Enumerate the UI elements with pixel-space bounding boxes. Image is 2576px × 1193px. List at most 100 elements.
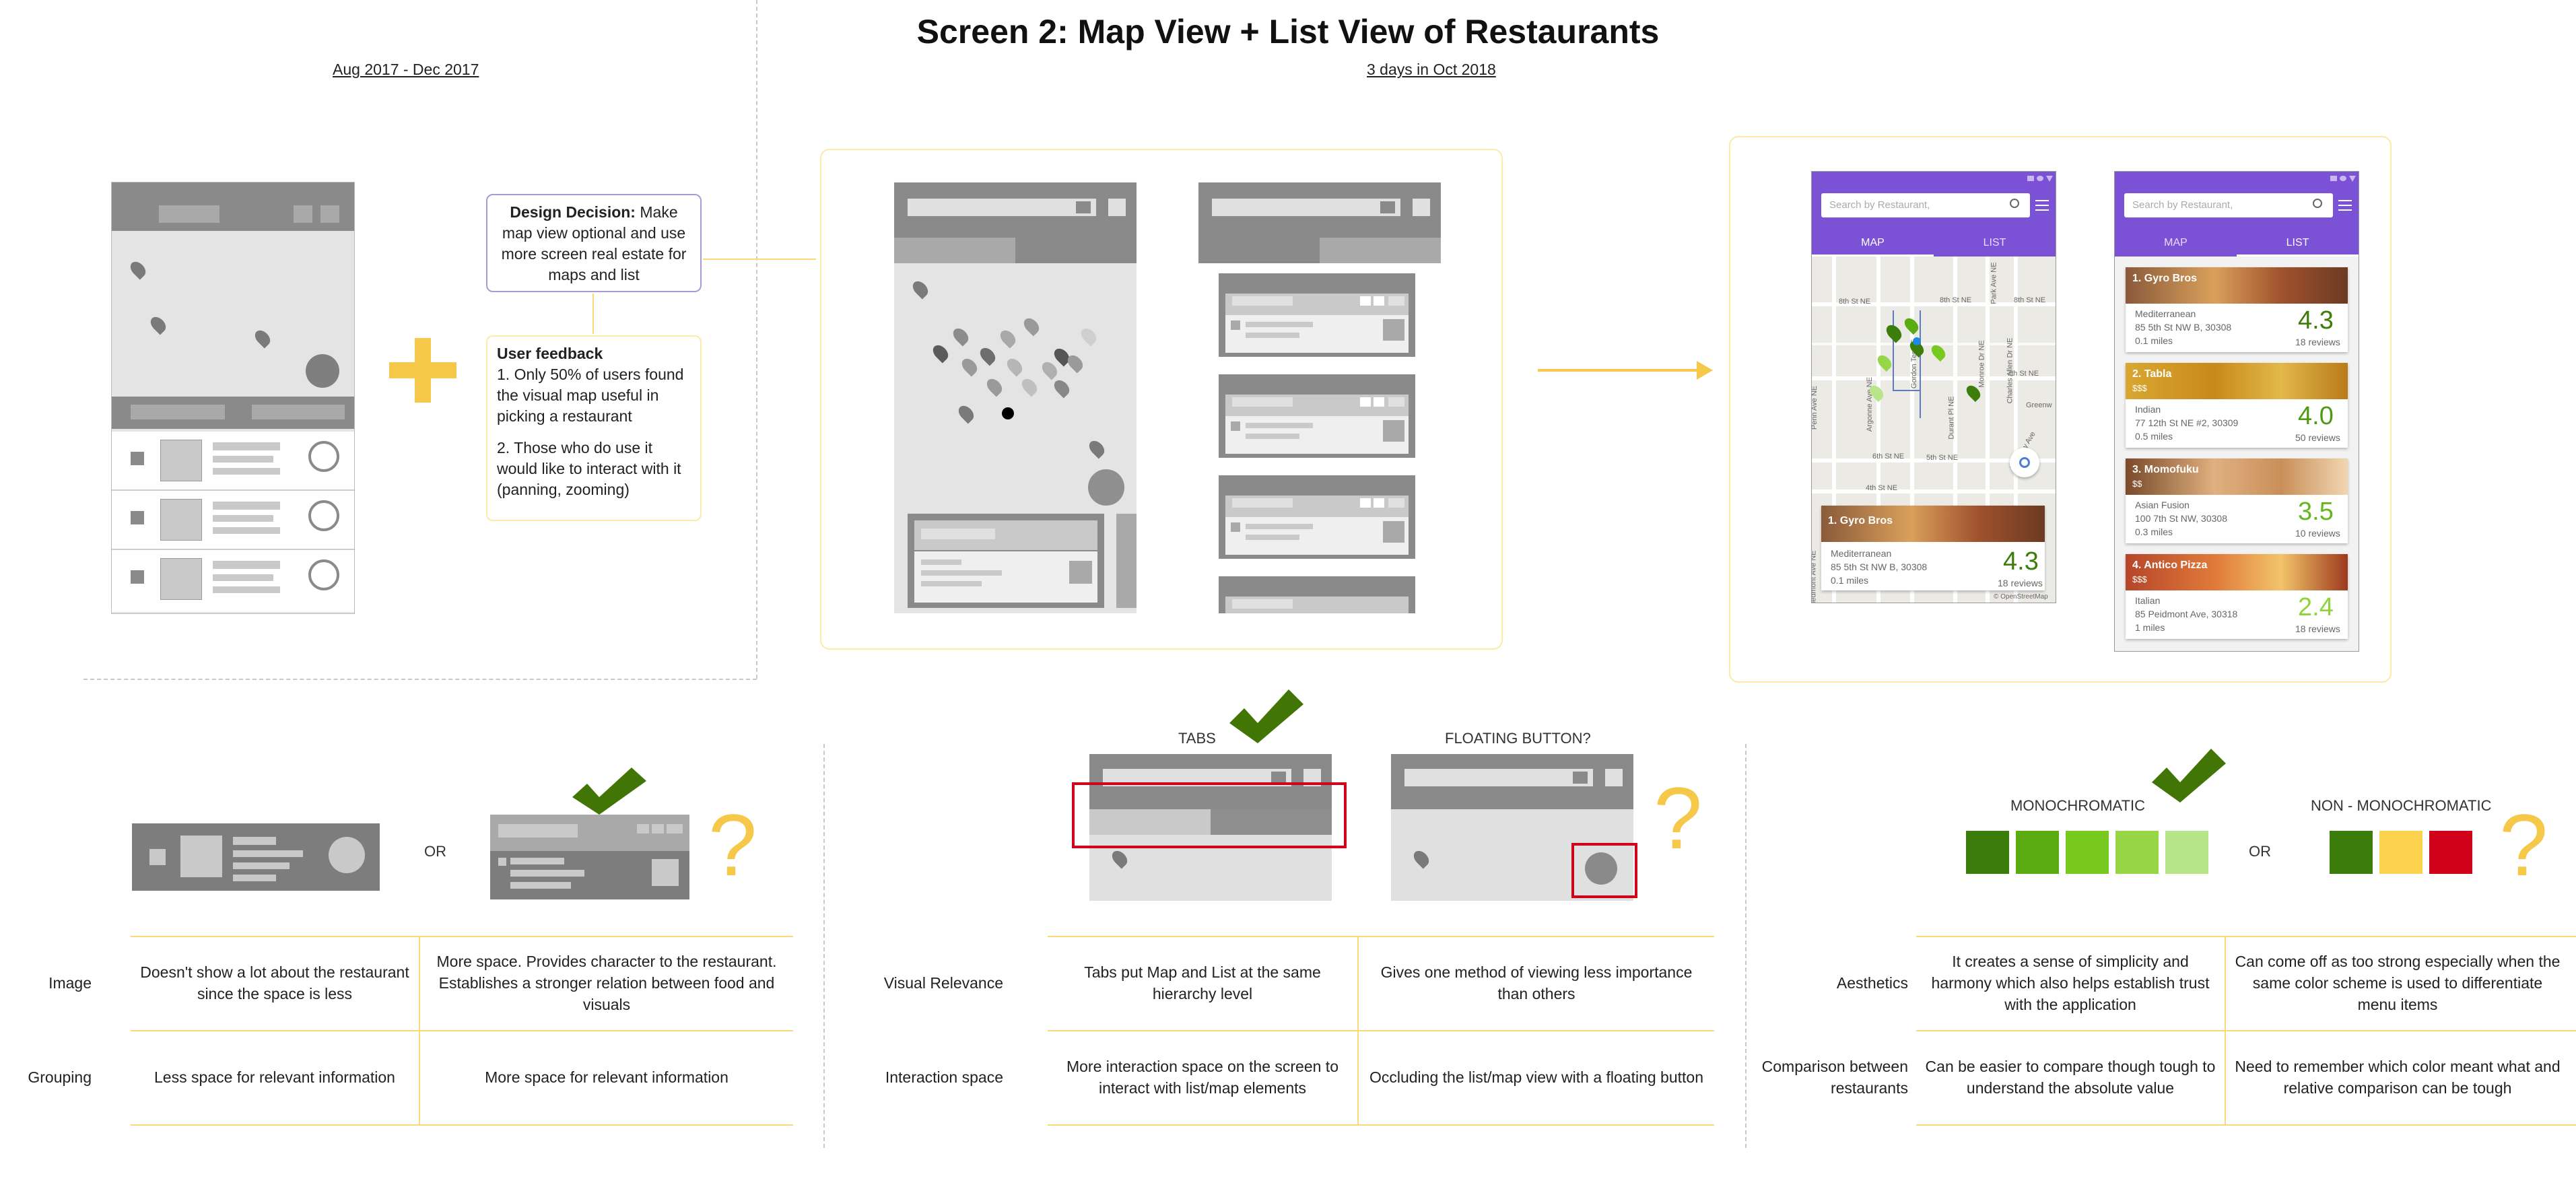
filter-icon[interactable]	[2035, 199, 2050, 212]
street-label: 5th St NE	[1926, 454, 1959, 462]
connector-arrow	[703, 259, 816, 260]
restaurant-card[interactable]: 3. Momofuku $$ Asian Fusion 100 7th St N…	[2126, 458, 2348, 543]
filter-icon[interactable]	[2338, 199, 2353, 212]
tab-list[interactable]: LIST	[1934, 230, 2056, 257]
or-label: OR	[2249, 843, 2271, 860]
map-restaurant-card[interactable]: 1. Gyro Bros Mediterranean 85 5th St NW …	[1821, 506, 2045, 590]
restaurant-cuisine: Mediterranean	[2135, 308, 2196, 319]
restaurant-address: 77 12th St NE #2, 30309	[2135, 417, 2239, 428]
tab-map[interactable]: MAP	[1812, 230, 1934, 257]
restaurant-reviews: 18 reviews	[2295, 337, 2340, 347]
list-view-phone: Search by Restaurant, MAP LIST 1. Gyro B…	[2114, 171, 2359, 652]
row-label: Grouping	[28, 1068, 92, 1086]
wifi-icon	[2037, 176, 2043, 181]
color-swatch	[2016, 831, 2059, 874]
app-bar: Search by Restaurant, MAP LIST	[2115, 172, 2359, 257]
restaurant-card[interactable]: 4. Antico Pizza $$$ Italian 85 Peidmont …	[2126, 554, 2348, 639]
search-placeholder: Search by Restaurant,	[2132, 199, 2233, 211]
search-input[interactable]: Search by Restaurant,	[1821, 193, 2030, 217]
street-label: Monroe Dr NE	[1977, 340, 1986, 388]
design-decision-note: Design Decision: Make map view optional …	[486, 194, 702, 292]
wf-list-card	[1219, 273, 1415, 357]
map-pin-icon	[1411, 848, 1432, 869]
restaurant-name: 1. Gyro Bros	[2132, 273, 2198, 284]
street-label: 4th St NE	[1866, 484, 1898, 492]
restaurant-rating: 2.4	[2298, 593, 2334, 621]
row-label: Interaction space	[885, 1068, 1003, 1086]
search-input[interactable]: Search by Restaurant,	[2124, 193, 2333, 217]
map-pin-icon	[1109, 848, 1130, 869]
option-small-image-card	[132, 823, 380, 891]
table-cell: Tabs put Map and List at the same hierar…	[1084, 963, 1321, 1002]
floating-highlight	[1571, 843, 1637, 898]
map-pin-icon	[1004, 355, 1025, 377]
restaurant-cuisine: Italian	[2135, 595, 2161, 606]
comparison-table-left: Image Doesn't show a lot about the resta…	[0, 936, 821, 1138]
list-item	[112, 432, 354, 491]
restaurant-distance: 0.1 miles	[2135, 335, 2173, 346]
map-pin-icon	[959, 355, 980, 377]
checkmark-icon	[572, 768, 646, 815]
row-label: Visual Relevance	[883, 974, 1003, 992]
map-pin-icon	[252, 327, 273, 349]
map-pin-icon	[127, 259, 149, 280]
old-list	[112, 432, 354, 612]
street-label: Penn Ave NE	[1811, 385, 1819, 430]
checkmark-icon	[2152, 749, 2226, 803]
tabs-highlight	[1072, 782, 1347, 848]
map-pin-icon	[1086, 438, 1108, 459]
table-cell: It creates a sense of simplicity and har…	[1931, 953, 2210, 1013]
restaurant-reviews: 50 reviews	[2295, 432, 2340, 443]
divider-old-new	[756, 0, 757, 679]
table-cell: More space for relevant information	[485, 1068, 728, 1086]
user-feedback-note: User feedback 1. Only 50% of users found…	[486, 335, 702, 521]
map-view-phone: Search by Restaurant, MAP LIST 8th St NE…	[1811, 171, 2056, 603]
map-pin-icon	[955, 403, 977, 424]
tab-map[interactable]: MAP	[2115, 230, 2237, 257]
search-placeholder: Search by Restaurant,	[1829, 199, 1930, 211]
restaurant-address: 100 7th St NW, 30308	[2135, 513, 2227, 524]
restaurant-price: $$	[2132, 479, 2142, 489]
restaurant-card[interactable]: 1. Gyro Bros Mediterranean 85 5th St NW …	[2126, 267, 2348, 352]
search-icon	[2010, 199, 2019, 208]
table-cell: More interaction space on the screen to …	[1066, 1058, 1338, 1097]
option-large-image-card	[490, 815, 689, 899]
or-label: OR	[424, 843, 446, 860]
wf-header	[894, 182, 1137, 263]
table-cell: Can come off as too strong especially wh…	[2235, 953, 2561, 1013]
arrow-line	[1538, 369, 1699, 372]
restaurant-distance: 0.3 miles	[2135, 526, 2173, 537]
color-swatch	[2330, 831, 2373, 874]
map-pin-icon[interactable]	[1883, 322, 1905, 343]
map-pin-icon	[950, 325, 972, 347]
color-swatch	[2066, 831, 2109, 874]
street-label: 8th St NE	[1839, 298, 1871, 306]
restaurant-address: 85 5th St NW B, 30308	[1831, 561, 1928, 572]
row-label: Image	[48, 974, 92, 992]
signal-icon	[2027, 176, 2034, 181]
restaurant-price: $$$	[2132, 574, 2147, 584]
restaurant-cuisine: Mediterranean	[1831, 548, 1892, 559]
page-title: Screen 2: Map View + List View of Restau…	[916, 13, 1660, 50]
map-view-wireframe	[894, 182, 1137, 613]
map-pin-icon	[910, 278, 931, 300]
comparison-table-middle: Visual Relevance Tabs put Map and List a…	[842, 936, 1717, 1138]
old-design-wireframe	[111, 182, 355, 614]
map-pin-icon[interactable]	[1928, 342, 1948, 362]
table-cell: More space. Provides character to the re…	[436, 953, 777, 1013]
map-pin-icon[interactable]	[1901, 315, 1922, 335]
user-location-icon	[1002, 407, 1014, 419]
user-feedback-item-2: 2. Those who do use it would like to int…	[497, 439, 681, 498]
wf-map-card	[908, 514, 1104, 608]
arrow-head-icon	[1697, 361, 1713, 380]
list-item	[112, 491, 354, 550]
map-pin-icon	[997, 327, 1019, 349]
new-wireframes-box	[820, 149, 1503, 650]
restaurant-card[interactable]: 2. Tabla $$$ Indian 77 12th St NE #2, 30…	[2126, 363, 2348, 448]
locate-button[interactable]	[2010, 448, 2039, 477]
restaurant-address: 85 Peidmont Ave, 30318	[2135, 609, 2238, 619]
search-icon	[2313, 199, 2322, 208]
period-left: Aug 2017 - Dec 2017	[333, 61, 479, 78]
tab-list[interactable]: LIST	[2237, 230, 2359, 257]
restaurant-reviews: 10 reviews	[2295, 528, 2340, 539]
